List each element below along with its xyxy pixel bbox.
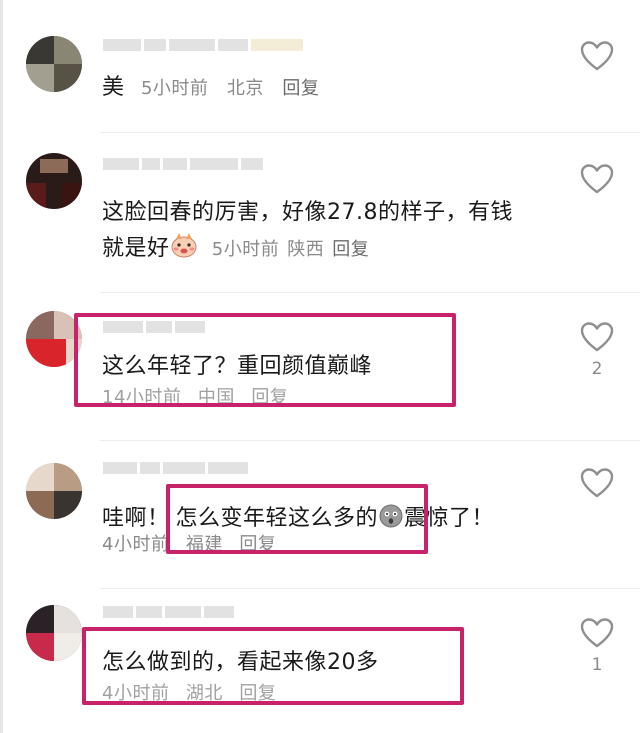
comment-location: 北京 — [226, 78, 264, 99]
reply-button[interactable]: 回复 — [332, 239, 369, 260]
avatar[interactable] — [26, 153, 82, 209]
heart-outline-icon[interactable] — [580, 40, 614, 72]
comment-time: 4小时前 — [102, 683, 170, 704]
comment-text-line2-row: 就是好 5小时前 陕西 回复 — [102, 231, 369, 268]
comment-text: 这脸回春的厉害，好像27.8的样子，有钱 — [102, 195, 513, 231]
comment-location: 湖北 — [185, 683, 223, 704]
reply-button[interactable]: 回复 — [251, 387, 288, 408]
comment-text: 这么年轻了？重回颜值巅峰 — [102, 354, 373, 379]
avatar[interactable] — [26, 311, 82, 367]
heart-outline-icon[interactable] — [580, 467, 614, 499]
username-blurred[interactable] — [103, 320, 205, 334]
username-blurred[interactable] — [103, 461, 248, 475]
comment-text: 怎么做到的，看起来像20多 — [102, 650, 379, 675]
comment-location: 中国 — [197, 387, 235, 408]
reply-button[interactable]: 回复 — [239, 534, 276, 555]
heart-outline-icon[interactable] — [580, 163, 614, 195]
blushing-face-emoji — [171, 233, 197, 258]
comment-body: 美 5小时前 北京 回复 — [102, 76, 319, 101]
avatar[interactable] — [26, 463, 82, 519]
comment-location: 福建 — [185, 534, 223, 555]
avatar[interactable] — [26, 605, 82, 661]
comment-time: 14小时前 — [102, 387, 182, 408]
comment-feed: 美 5小时前 北京 回复 这脸回春的厉害，好像27.8的样子，有钱 就是好 5小… — [0, 0, 640, 733]
avatar[interactable] — [26, 36, 82, 92]
like-count: 1 — [591, 655, 603, 675]
comment-text-after: 震惊了！ — [404, 506, 495, 531]
reply-button[interactable]: 回复 — [282, 78, 319, 99]
comment-meta: 4小时前 湖北 回复 — [102, 682, 276, 706]
comment-item-4: 哇啊！ 怎么变年轻这么多的 震惊了！ 4小时前 福建 回复 — [0, 441, 640, 587]
username-blurred[interactable] — [103, 157, 263, 171]
comment-item-3: 这么年轻了？重回颜值巅峰 14小时前 中国 回复 2 — [0, 293, 640, 439]
comment-item-1: 美 5小时前 北京 回复 — [0, 0, 640, 130]
comment-text: 哇啊！ 怎么变年轻这么多的 震惊了！ — [102, 501, 494, 537]
comment-text-highlight: 怎么变年轻这么多的 — [175, 506, 379, 531]
heart-outline-icon[interactable] — [580, 321, 614, 353]
like-count: 2 — [591, 359, 603, 379]
comment-text: 美 — [102, 75, 125, 100]
comment-meta: 4小时前 福建 回复 — [102, 533, 276, 557]
comment-time: 5小时前 — [140, 78, 209, 99]
comment-text-line1: 这脸回春的厉害，好像27.8的样子，有钱 — [102, 200, 513, 225]
comment-meta: 14小时前 中国 回复 — [102, 386, 288, 410]
comment-text-before: 哇啊！ — [102, 506, 170, 531]
comment-item-5: 怎么做到的，看起来像20多 4小时前 湖北 回复 1 — [0, 589, 640, 733]
comment-location: 陕西 — [287, 239, 325, 260]
comment-time: 5小时前 — [211, 239, 280, 260]
shocked-face-emoji — [379, 504, 403, 528]
reply-button[interactable]: 回复 — [239, 683, 276, 704]
heart-outline-icon[interactable] — [580, 617, 614, 649]
comment-text-line2: 就是好 — [102, 236, 170, 261]
comment-item-2: 这脸回春的厉害，好像27.8的样子，有钱 就是好 5小时前 陕西 回复 — [0, 133, 640, 293]
username-blurred[interactable] — [103, 605, 234, 619]
comment-time: 4小时前 — [102, 534, 170, 555]
username-blurred[interactable] — [103, 38, 303, 52]
